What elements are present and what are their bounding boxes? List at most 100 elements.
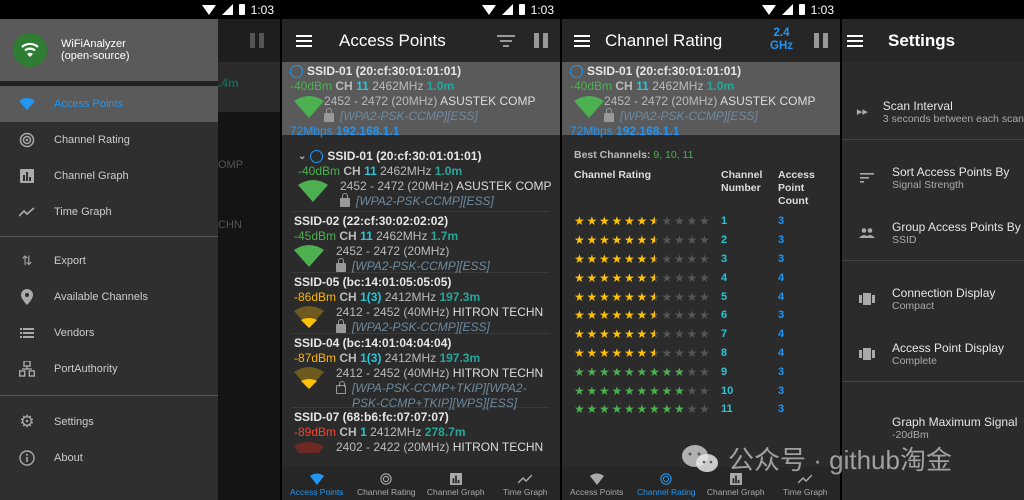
star-icon: ★ <box>636 233 648 248</box>
view-carousel-icon <box>859 292 875 305</box>
drawer-item-label: Time Graph <box>54 206 112 218</box>
setting-scan-interval[interactable]: ▸▸ Scan Interval 3 seconds between each s… <box>842 84 1024 139</box>
star-icon: ★ <box>661 402 673 417</box>
access-point-item[interactable]: ⌄ SSID-01 (20:cf:30:01:01:01) -40dBm CH 1… <box>282 147 560 211</box>
signal-dbm: -40dBm <box>298 164 341 178</box>
chevron-down-icon[interactable]: ⌄ <box>298 149 306 164</box>
star-icon: ★ <box>624 364 635 379</box>
filter-icon[interactable] <box>497 35 515 47</box>
star-icon: ★ <box>661 233 673 248</box>
star-icon: ★ <box>686 327 698 342</box>
signal-strength-icon <box>298 180 328 202</box>
nav-access-points[interactable]: Access Points <box>562 467 632 500</box>
lock-icon <box>324 108 334 122</box>
channel-rating-icon <box>380 473 392 485</box>
pause-icon[interactable] <box>534 33 548 48</box>
star-icon: ★ <box>699 308 710 323</box>
channel-number: 7 <box>721 328 728 341</box>
star-icon: ★ <box>624 233 635 248</box>
signal-dbm: -89dBm <box>294 425 337 439</box>
link-speed: 72Mbps <box>290 124 333 138</box>
drawer-item-label: Vendors <box>54 327 95 339</box>
setting-group[interactable]: Group Access Points By SSID <box>842 205 1024 260</box>
drawer-item-channel-rating[interactable]: Channel Rating <box>0 122 218 158</box>
star-icon: ★ <box>586 308 598 323</box>
setting-graph-max-signal[interactable]: Graph Maximum Signal -20dBm <box>842 400 1024 455</box>
best-channels-label: Best Channels: <box>574 149 651 161</box>
star-icon: ★ <box>574 214 585 229</box>
drawer-item-vendors[interactable]: Vendors <box>0 315 218 351</box>
nav-channel-graph[interactable]: Channel Graph <box>421 467 491 500</box>
access-point-item[interactable]: SSID-05 (bc:14:01:05:05:05) -86dBm CH 1(… <box>282 273 560 334</box>
scrim[interactable]: .4m OMP CHN <box>218 19 280 500</box>
channel-value: 1(3) <box>360 351 382 365</box>
channel-width: (20MHz) <box>671 94 718 108</box>
ap-count: 4 <box>778 346 785 359</box>
drawer-item-available-channels[interactable]: Available Channels <box>0 279 218 315</box>
security: [WPA2-PSK-CCMP][ESS] <box>620 109 758 123</box>
col-channel-rating: Channel Rating <box>574 169 652 181</box>
line-chart-icon <box>798 474 813 484</box>
menu-icon[interactable] <box>574 34 590 47</box>
setting-connection-display[interactable]: Connection Display Compact <box>842 271 1024 326</box>
status-bar: 1:03 <box>282 0 560 19</box>
nav-channel-rating[interactable]: Channel Rating <box>352 467 422 500</box>
star-icon: ★ <box>574 308 585 323</box>
drawer-item-access-points[interactable]: Access Points <box>0 86 218 122</box>
connected-smiley-icon <box>310 150 324 163</box>
drawer-item-settings[interactable]: ⚙ Settings <box>0 404 218 440</box>
group-icon <box>859 227 875 238</box>
star-icon: ★ <box>624 345 635 360</box>
star-icon: ★ <box>586 364 598 379</box>
vendor: HITRON TECHN <box>452 366 544 380</box>
star-icon: ★ <box>599 383 610 398</box>
drawer-item-about[interactable]: About <box>0 440 218 476</box>
access-point-item[interactable]: SSID-07 (68:b6:fc:07:07:07) -89dBm CH 1 … <box>282 408 560 458</box>
setting-title: Scan Interval <box>882 98 953 113</box>
ap-count: 4 <box>778 290 785 303</box>
star-icon: ★ <box>674 270 685 285</box>
menu-icon[interactable] <box>847 34 863 47</box>
channel-value: 1(3) <box>360 290 382 304</box>
star-icon: ★ <box>661 270 673 285</box>
nav-time-graph[interactable]: Time Graph <box>771 467 841 500</box>
frequency: 2412MHz <box>370 425 422 439</box>
nav-channel-rating[interactable]: Channel Rating <box>632 467 702 500</box>
band-toggle[interactable]: 2.4 GHz <box>770 27 793 53</box>
drawer-item-portauthority[interactable]: PortAuthority <box>0 351 218 387</box>
star-icon: ★ <box>661 383 673 398</box>
drawer-item-export[interactable]: ⇅ Export <box>0 243 218 279</box>
wifi-icon <box>19 98 35 110</box>
star-icon: ★ <box>611 214 623 229</box>
star-icon: ★ <box>586 327 598 342</box>
drawer-item-channel-graph[interactable]: Channel Graph <box>0 158 218 194</box>
channel-value: 11 <box>356 79 369 93</box>
channel-number: 6 <box>721 309 728 322</box>
lock-icon <box>336 258 346 272</box>
ap-count: 3 <box>778 252 785 265</box>
setting-access-point-display[interactable]: Access Point Display Complete <box>842 326 1024 381</box>
pause-icon[interactable] <box>814 33 828 48</box>
export-icon: ⇅ <box>21 253 33 268</box>
nav-channel-graph[interactable]: Channel Graph <box>701 467 771 500</box>
nav-access-points[interactable]: Access Points <box>282 467 352 500</box>
connected-access-point[interactable]: SSID-01 (20:cf:30:01:01:01) -40dBm CH 11… <box>562 62 840 138</box>
nav-time-graph[interactable]: Time Graph <box>491 467 561 500</box>
star-icon: ★ <box>649 290 662 304</box>
star-icon: ★ <box>574 289 585 304</box>
star-icon: ★ <box>636 383 648 398</box>
star-icon: ★ <box>699 327 710 342</box>
ip-address: 192.168.1.1 <box>336 124 400 138</box>
menu-icon[interactable] <box>296 34 312 47</box>
setting-sort[interactable]: Sort Access Points By Signal Strength <box>842 150 1024 205</box>
star-icon: ★ <box>574 270 585 285</box>
drawer-item-time-graph[interactable]: Time Graph <box>0 194 218 230</box>
frequency-range: 2452 - 2472 <box>340 179 405 193</box>
setting-title: Connection Display <box>892 285 996 300</box>
access-point-item[interactable]: SSID-04 (bc:14:01:04:04:04) -87dBm CH 1(… <box>282 334 560 410</box>
cell-signal-icon <box>781 4 793 15</box>
access-point-item[interactable]: SSID-02 (22:cf:30:02:02:02) -45dBm CH 11… <box>282 212 560 273</box>
rating-row: ★★★★★★★★★★★44 <box>562 268 840 287</box>
setting-summary: SSID <box>892 233 917 246</box>
connected-access-point[interactable]: SSID-01 (20:cf:30:01:01:01) -40dBm CH 11… <box>282 62 560 138</box>
